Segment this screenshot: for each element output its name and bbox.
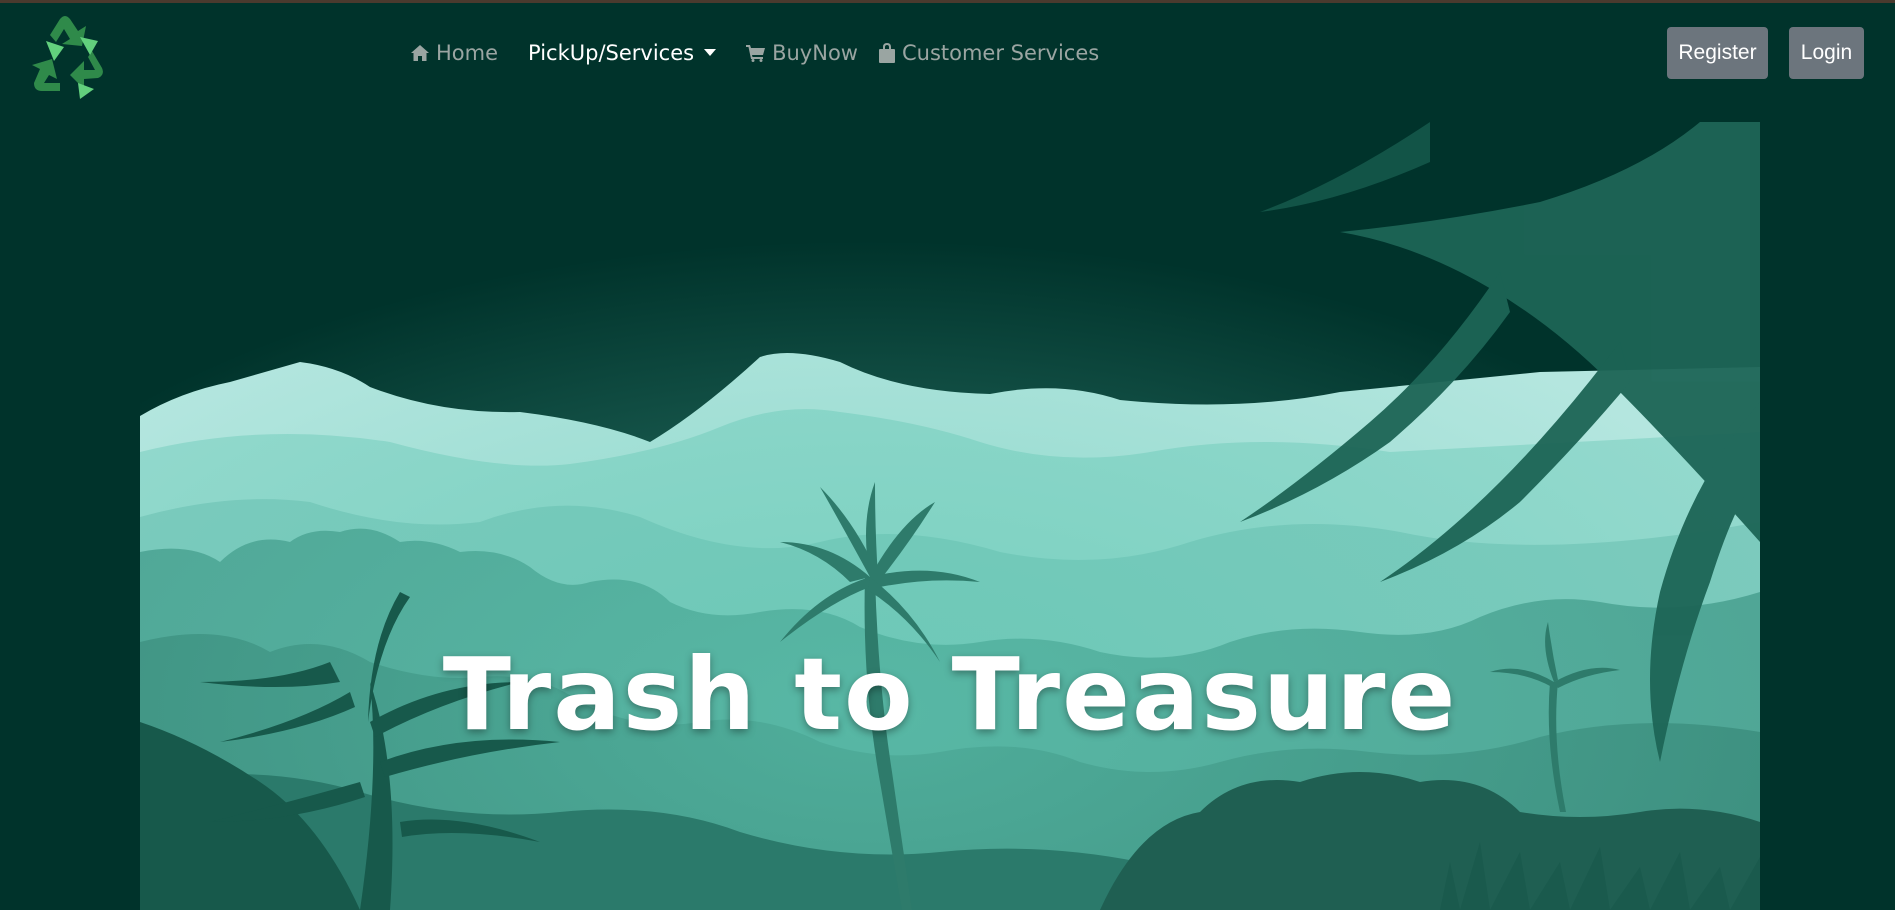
jungle-landscape-illustration: [140, 122, 1760, 910]
navbar: Home PickUp/Services BuyNow Customer Ser…: [0, 3, 1895, 103]
nav-customer-services[interactable]: Customer Services: [878, 41, 1099, 65]
recycle-logo-icon[interactable]: [20, 11, 110, 101]
bag-icon: [878, 43, 895, 63]
nav-home[interactable]: Home: [410, 41, 498, 65]
nav-pickup-services-dropdown[interactable]: PickUp/Services: [528, 41, 717, 65]
register-button[interactable]: Register: [1667, 27, 1768, 79]
hero-title: Trash to Treasure: [442, 636, 1458, 753]
cart-icon: [746, 45, 766, 62]
home-icon: [411, 45, 429, 61]
hero-banner: Trash to Treasure: [140, 122, 1760, 910]
main-nav: Home PickUp/Services BuyNow Customer Ser…: [410, 3, 1129, 103]
nav-buynow-label: BuyNow: [772, 41, 858, 65]
nav-customer-services-label: Customer Services: [901, 41, 1100, 65]
nav-home-label: Home: [436, 41, 499, 65]
chevron-down-icon: [704, 49, 717, 56]
login-button[interactable]: Login: [1789, 27, 1864, 79]
nav-pickup-services-label: PickUp/Services: [528, 41, 695, 65]
nav-buynow[interactable]: BuyNow: [746, 41, 858, 65]
